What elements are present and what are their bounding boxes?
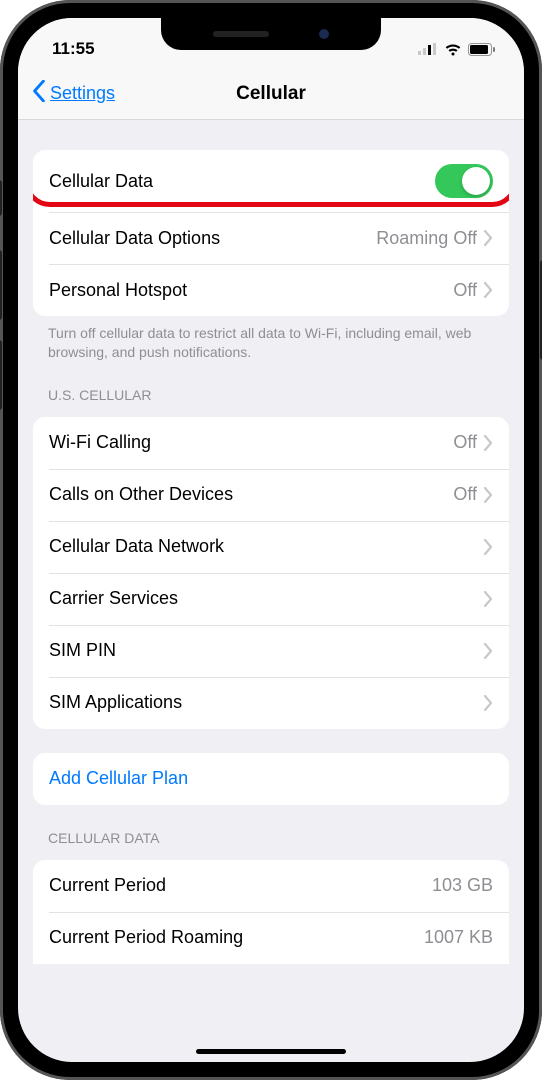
volume-down-button [0,340,2,410]
cellular-data-footer: Turn off cellular data to restrict all d… [18,316,524,362]
wifi-calling-value: Off [453,432,477,453]
speaker-grille [213,31,269,37]
front-camera [319,29,329,39]
cellular-data-network-row[interactable]: Cellular Data Network [33,521,509,573]
personal-hotspot-value: Off [453,280,477,301]
chevron-right-icon [483,539,493,555]
content-scroll[interactable]: Cellular Data Cellular Data Options Roam… [18,120,524,1062]
carrier-services-label: Carrier Services [49,588,483,609]
battery-icon [468,43,496,56]
back-label: Settings [50,83,115,104]
cellular-signal-icon [418,43,438,55]
carrier-header: U.S. CELLULAR [18,362,524,405]
current-period-value: 103 GB [432,875,493,896]
calls-other-devices-value: Off [453,484,477,505]
chevron-right-icon [483,643,493,659]
current-period-row[interactable]: Current Period 103 GB [33,860,509,912]
phone-frame: 11:55 Settings Cellular [0,0,542,1080]
chevron-right-icon [483,230,493,246]
cellular-data-options-value: Roaming Off [376,228,477,249]
status-time: 11:55 [52,39,95,59]
cellular-main-group: Cellular Data Cellular Data Options Roam… [33,150,509,316]
calls-other-devices-label: Calls on Other Devices [49,484,453,505]
current-period-roaming-label: Current Period Roaming [49,927,424,948]
status-right [418,43,496,56]
current-period-label: Current Period [49,875,432,896]
notch [161,18,381,50]
chevron-right-icon [483,487,493,503]
cellular-data-row[interactable]: Cellular Data [33,150,509,212]
wifi-icon [444,43,462,56]
cellular-data-options-row[interactable]: Cellular Data Options Roaming Off [33,212,509,264]
cellular-data-usage-header: CELLULAR DATA [18,805,524,848]
carrier-services-row[interactable]: Carrier Services [33,573,509,625]
calls-other-devices-row[interactable]: Calls on Other Devices Off [33,469,509,521]
toggle-knob [462,167,490,195]
sim-applications-label: SIM Applications [49,692,483,713]
sim-applications-row[interactable]: SIM Applications [33,677,509,729]
screen: 11:55 Settings Cellular [18,18,524,1062]
chevron-left-icon [32,80,46,107]
chevron-right-icon [483,695,493,711]
sim-pin-label: SIM PIN [49,640,483,661]
chevron-right-icon [483,591,493,607]
cellular-data-network-label: Cellular Data Network [49,536,483,557]
chevron-right-icon [483,435,493,451]
personal-hotspot-row[interactable]: Personal Hotspot Off [33,264,509,316]
add-cellular-plan-label: Add Cellular Plan [49,768,493,789]
current-period-roaming-value: 1007 KB [424,927,493,948]
mute-switch [0,180,2,216]
sim-pin-row[interactable]: SIM PIN [33,625,509,677]
cellular-data-label: Cellular Data [49,171,435,192]
navigation-bar: Settings Cellular [18,68,524,120]
carrier-group: Wi-Fi Calling Off Calls on Other Devices… [33,417,509,729]
back-button[interactable]: Settings [32,80,115,107]
add-cellular-plan-row[interactable]: Add Cellular Plan [33,753,509,805]
wifi-calling-row[interactable]: Wi-Fi Calling Off [33,417,509,469]
chevron-right-icon [483,282,493,298]
usage-group: Current Period 103 GB Current Period Roa… [33,860,509,964]
cellular-data-options-label: Cellular Data Options [49,228,376,249]
current-period-roaming-row[interactable]: Current Period Roaming 1007 KB [33,912,509,964]
add-plan-group: Add Cellular Plan [33,753,509,805]
volume-up-button [0,250,2,320]
wifi-calling-label: Wi-Fi Calling [49,432,453,453]
home-indicator[interactable] [196,1049,346,1054]
cellular-data-toggle[interactable] [435,164,493,198]
personal-hotspot-label: Personal Hotspot [49,280,453,301]
